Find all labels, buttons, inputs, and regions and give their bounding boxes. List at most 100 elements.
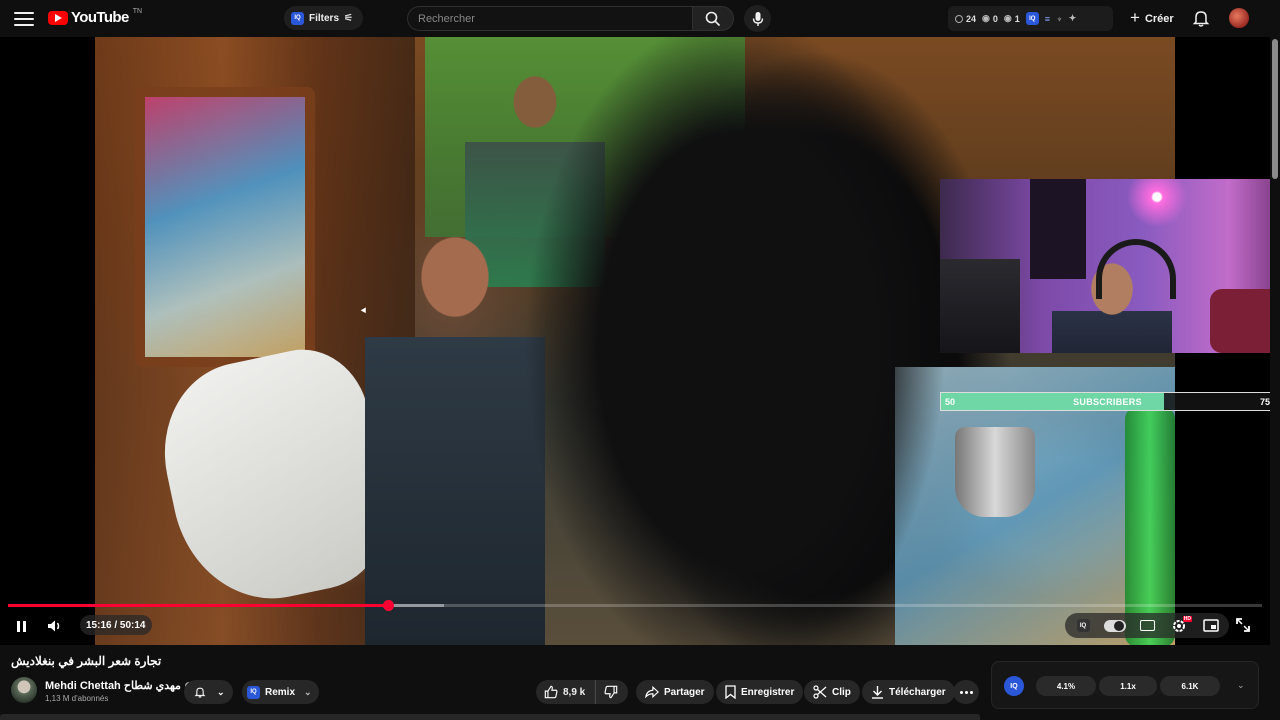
video-scene-pot (955, 427, 1035, 517)
create-button[interactable]: + Créer (1122, 6, 1182, 31)
menu-icon[interactable] (12, 7, 36, 31)
filters-label: Filters (309, 12, 340, 24)
iq-stat-2[interactable]: 1.1x (1099, 676, 1157, 696)
subscriber-goal-end: 75 (1259, 397, 1270, 407)
remix-label: Remix (265, 686, 296, 698)
webcam-scene-mic-arm (940, 259, 1020, 353)
stat-b-value: 1 (1014, 13, 1020, 24)
share-button[interactable]: Partager (636, 680, 714, 704)
filters-button[interactable]: IQ Filters ⚟ (284, 6, 363, 30)
iq-stat-1[interactable]: 4.1% (1036, 676, 1096, 696)
chevron-down-icon: ⌄ (217, 686, 225, 697)
logo-text: YouTube (71, 9, 129, 26)
remix-button[interactable]: IQ Remix ⌄ (242, 680, 319, 704)
subscribe-notifications-button[interactable]: ⌄ (184, 680, 233, 704)
share-icon (645, 686, 659, 698)
iq-badge-icon: IQ (291, 11, 304, 25)
iq-extension-icon[interactable]: IQ (1025, 12, 1039, 25)
webcam-scene-light (1122, 179, 1192, 239)
description-box-edge[interactable] (0, 714, 980, 720)
fullscreen-icon (1236, 618, 1250, 632)
progress-scrubber[interactable] (382, 600, 394, 611)
bookmark-icon (725, 685, 736, 699)
progress-played (8, 604, 388, 607)
save-button[interactable]: Enregistrer (716, 680, 804, 704)
stat-a[interactable]: ◉ 0 (982, 13, 998, 24)
search-box (407, 6, 692, 31)
search-input[interactable] (418, 12, 682, 25)
miniplayer-icon (1203, 619, 1219, 632)
autoplay-toggle[interactable] (1103, 616, 1127, 636)
video-scene-hair (525, 37, 945, 645)
video-scene-person (365, 197, 545, 645)
pause-button[interactable] (14, 616, 28, 636)
channel-name-link[interactable]: Mehdi Chettah مهدي شطاح ✓ (45, 679, 193, 692)
thumbs-down-icon (604, 685, 618, 699)
voice-search-button[interactable] (744, 5, 771, 32)
search-button[interactable] (692, 6, 734, 31)
iq-logo-icon[interactable]: IQ (1004, 676, 1024, 696)
download-button[interactable]: Télécharger (862, 680, 955, 704)
iq-stat-3[interactable]: 6.1K (1160, 676, 1220, 696)
fullscreen-button[interactable] (1234, 616, 1252, 634)
volume-button[interactable] (46, 616, 64, 636)
sparkle-icon[interactable]: ✦ (1069, 13, 1077, 24)
dislike-button[interactable] (596, 680, 628, 704)
like-button[interactable]: 8,9 k (536, 680, 597, 704)
like-count: 8,9 k (563, 686, 586, 698)
settings-button[interactable]: HD (1167, 615, 1192, 636)
plus-icon: + (1130, 8, 1140, 27)
create-label: Créer (1144, 12, 1174, 25)
masthead: YouTube TN IQ Filters ⚟ 24 ◉ 0 ◉ 1 IQ ≡ … (0, 0, 1280, 37)
captions-button[interactable] (1135, 616, 1159, 636)
youtube-logo-icon (48, 10, 68, 25)
player-right-controls: IQ HD (1065, 613, 1229, 638)
chevron-down-icon: ⌄ (304, 686, 312, 697)
iq-player-button[interactable]: IQ (1071, 616, 1095, 636)
miniplayer-button[interactable] (1199, 616, 1223, 636)
search-icon (705, 11, 721, 26)
like-dislike-group: 8,9 k (536, 680, 629, 704)
page-scrollbar[interactable] (1270, 37, 1280, 720)
chevron-down-icon[interactable]: ⌄ (1237, 680, 1245, 691)
clip-button[interactable]: Clip (804, 680, 860, 704)
webcam-scene-chair (1210, 289, 1270, 353)
channel-avatar[interactable] (11, 677, 37, 703)
save-label: Enregistrer (741, 686, 795, 698)
scissors-icon (813, 685, 827, 699)
share-label: Partager (664, 686, 705, 698)
eye-icon: ◉ (1003, 13, 1012, 23)
stat-b[interactable]: ◉ 1 (1004, 13, 1020, 24)
account-avatar[interactable] (1229, 8, 1249, 28)
video-player[interactable]: 50 SUBSCRIBERS 75 15:16 / 50:14 IQ HD (0, 37, 1270, 645)
list-icon[interactable]: ≡ (1045, 14, 1050, 24)
more-icon (969, 690, 973, 694)
autoplay-toggle-icon (1104, 619, 1126, 632)
scrollbar-thumb[interactable] (1272, 39, 1278, 179)
clip-label: Clip (832, 686, 851, 698)
captions-icon (1139, 620, 1155, 631)
thumbs-up-icon (544, 685, 558, 699)
more-icon (959, 690, 963, 694)
video-scene-bottle (1125, 407, 1175, 645)
youtube-logo[interactable]: YouTube TN (48, 8, 142, 26)
mic-icon (752, 11, 763, 26)
more-actions-button[interactable] (953, 680, 979, 704)
trophy-icon[interactable]: ♆ (1056, 14, 1063, 24)
pause-icon (22, 620, 26, 632)
pause-icon (16, 620, 20, 632)
bell-icon (1192, 11, 1210, 27)
notifications-button[interactable] (1190, 7, 1212, 29)
download-label: Télécharger (889, 686, 946, 698)
subscriber-goal-label: SUBSCRIBERS (1073, 397, 1142, 407)
progress-bar[interactable] (8, 600, 1262, 611)
watch-time-stat[interactable]: 24 (955, 14, 976, 24)
webcam-overlay (940, 179, 1270, 353)
eye-icon: ◉ (982, 13, 990, 23)
channel-name: Mehdi Chettah مهدي شطاح (45, 680, 181, 692)
video-scene-glass (135, 87, 315, 367)
stat-a-value: 0 (992, 13, 998, 24)
extension-toolbar: 24 ◉ 0 ◉ 1 IQ ≡ ♆ ✦ (948, 6, 1113, 31)
volume-icon (48, 620, 60, 632)
tune-icon: ⚟ (344, 12, 353, 24)
